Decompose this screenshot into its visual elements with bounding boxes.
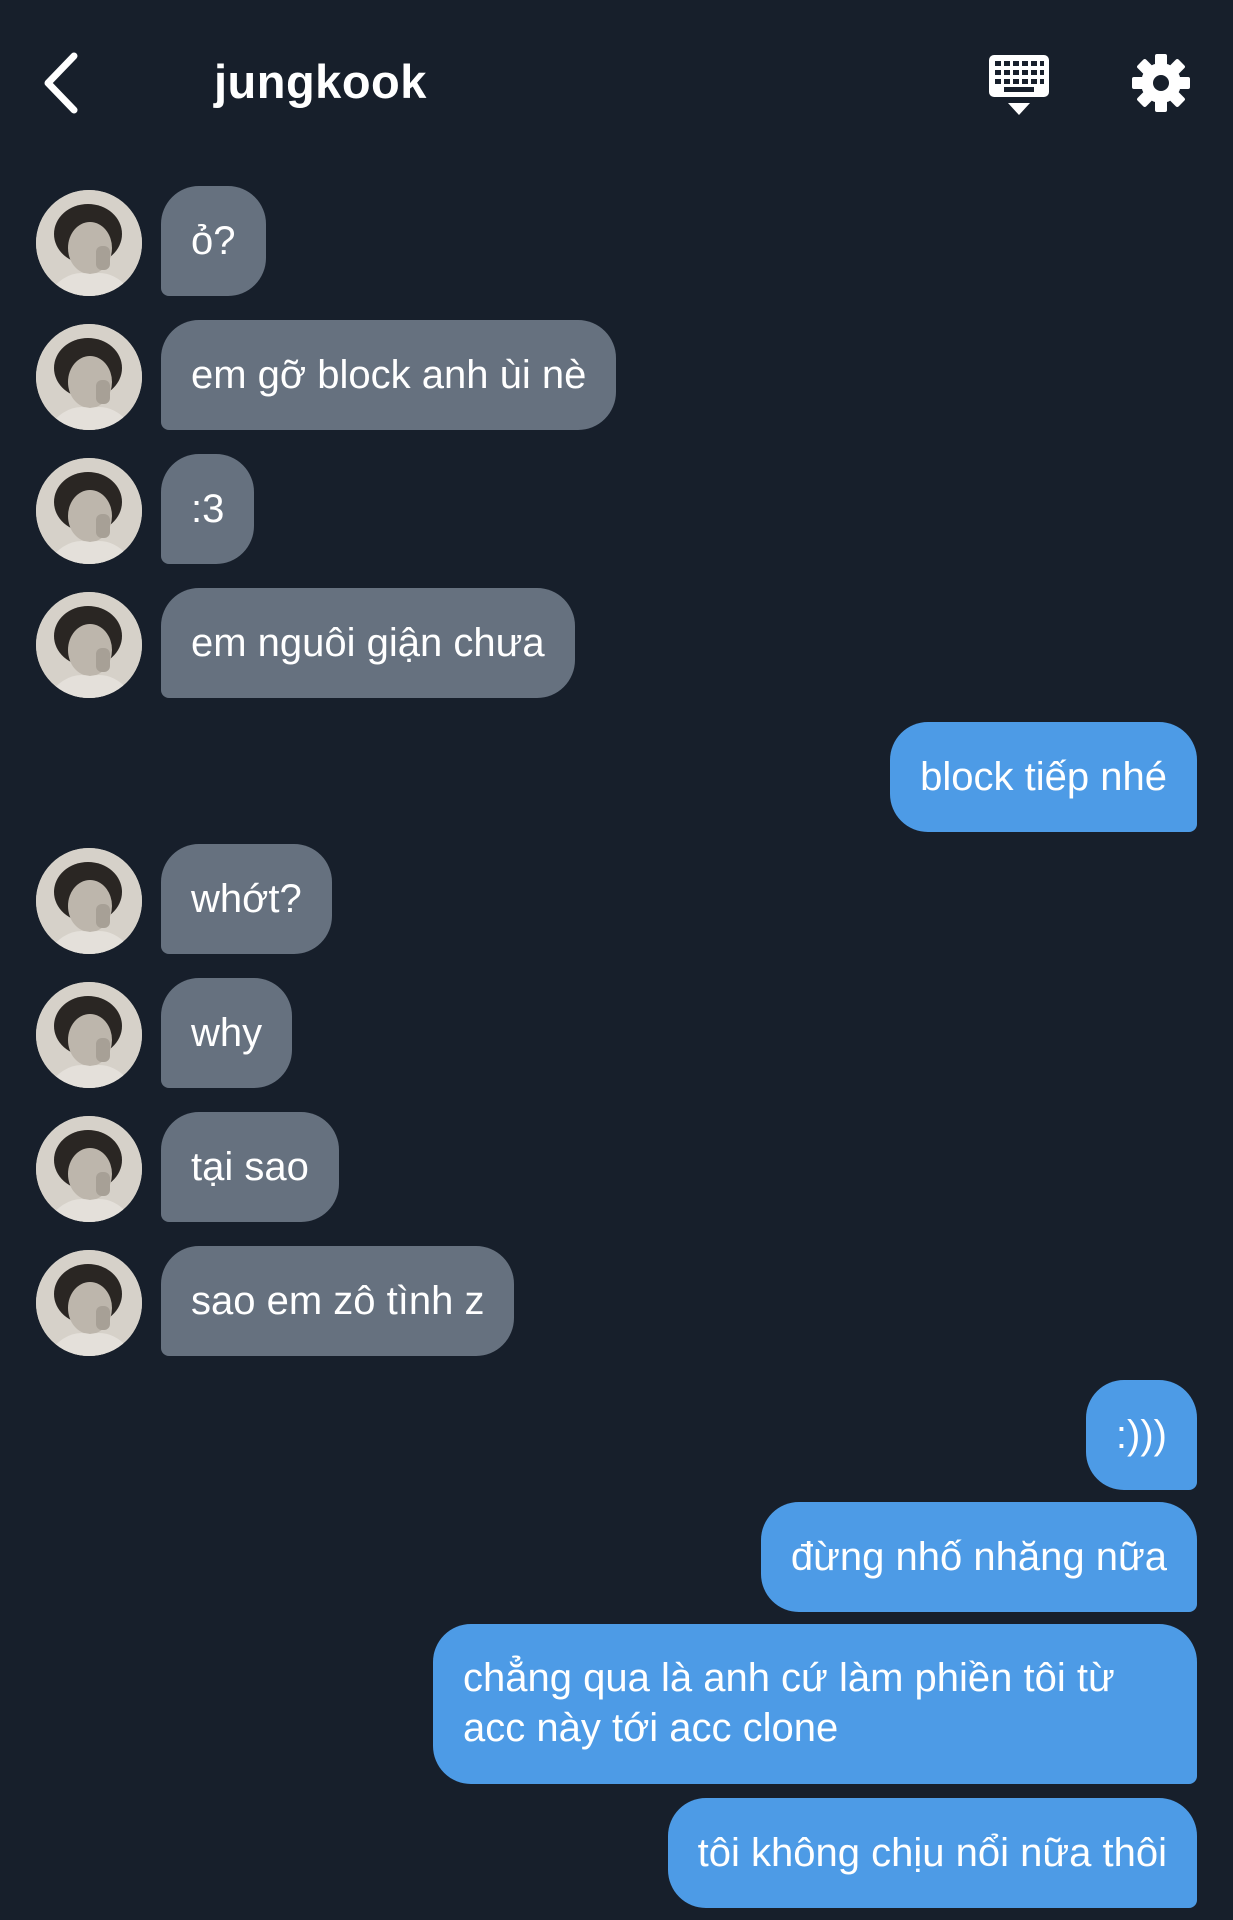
message-bubble-incoming: :3 — [161, 454, 255, 564]
message-row: em nguôi giận chưa — [0, 588, 1233, 702]
message-bubble-outgoing: :))) — [1085, 1380, 1197, 1490]
message-row: em gỡ block anh ùi nè — [0, 320, 1233, 434]
message-bubble-outgoing: tôi không chịu nổi nữa thôi — [667, 1798, 1197, 1908]
avatar[interactable] — [36, 982, 142, 1088]
message-bubble-incoming: em nguôi giận chưa — [161, 588, 575, 698]
keyboard-toggle-button[interactable] — [988, 54, 1050, 118]
message-bubble-outgoing: chẳng qua là anh cứ làm phiền tôi từ acc… — [433, 1624, 1197, 1784]
message-bubble-outgoing: đừng nhố nhăng nữa — [760, 1502, 1197, 1612]
avatar[interactable] — [36, 324, 142, 430]
message-bubble-outgoing: block tiếp nhé — [890, 722, 1197, 832]
avatar[interactable] — [36, 1116, 142, 1222]
avatar[interactable] — [36, 592, 142, 698]
avatar[interactable] — [36, 1250, 142, 1356]
message-bubble-incoming: whớt? — [161, 844, 332, 954]
message-bubble-incoming: ỏ? — [161, 186, 266, 296]
chat-header: jungkook — [0, 0, 1233, 170]
message-row: block tiếp nhé — [0, 722, 1233, 832]
settings-button[interactable] — [1131, 53, 1191, 113]
chat-title: jungkook — [214, 55, 427, 108]
gear-icon — [1132, 54, 1190, 112]
avatar[interactable] — [36, 848, 142, 954]
message-row: :3 — [0, 454, 1233, 568]
message-bubble-incoming: em gỡ block anh ùi nè — [161, 320, 617, 430]
message-row: tại sao — [0, 1112, 1233, 1226]
message-bubble-incoming: tại sao — [161, 1112, 339, 1222]
message-row: why — [0, 978, 1233, 1092]
message-row: sao em zô tình z — [0, 1246, 1233, 1360]
back-button[interactable] — [38, 48, 90, 118]
message-row: whớt? — [0, 844, 1233, 958]
chevron-left-icon — [44, 52, 78, 114]
message-bubble-incoming: sao em zô tình z — [161, 1246, 515, 1356]
keyboard-icon — [989, 55, 1049, 115]
message-row: đừng nhố nhăng nữa — [0, 1502, 1233, 1612]
message-row: :))) — [0, 1380, 1233, 1490]
message-row: tôi không chịu nổi nữa thôi — [0, 1798, 1233, 1908]
avatar[interactable] — [36, 190, 142, 296]
message-bubble-incoming: why — [161, 978, 293, 1088]
message-row: ỏ? — [0, 186, 1233, 300]
avatar[interactable] — [36, 458, 142, 564]
message-row: chẳng qua là anh cứ làm phiền tôi từ acc… — [0, 1624, 1233, 1784]
